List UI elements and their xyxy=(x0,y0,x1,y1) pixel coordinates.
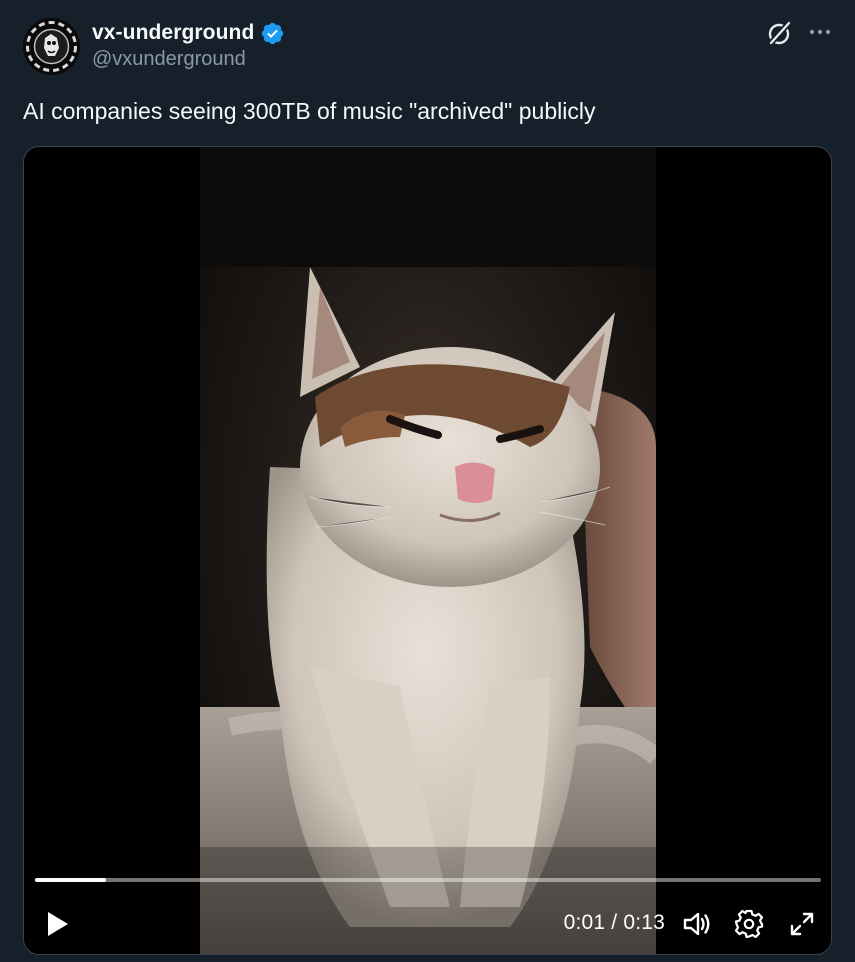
author-name-row[interactable]: vx-underground xyxy=(92,18,285,48)
settings-button[interactable] xyxy=(732,907,766,941)
video-player[interactable]: 0:01 / 0:13 xyxy=(23,146,832,955)
volume-icon xyxy=(683,912,710,936)
grok-icon[interactable] xyxy=(764,18,794,48)
fullscreen-button[interactable] xyxy=(785,907,819,941)
video-progress-fill xyxy=(35,878,106,882)
avatar[interactable] xyxy=(23,18,80,75)
play-button[interactable] xyxy=(40,907,74,941)
cat-video-still xyxy=(200,147,656,954)
avatar-logo-icon xyxy=(23,18,80,75)
fullscreen-icon xyxy=(790,912,814,936)
author-handle[interactable]: @vxunderground xyxy=(92,48,246,71)
video-duration: 0:13 xyxy=(623,911,665,934)
more-icon[interactable] xyxy=(806,18,834,46)
author-name[interactable]: vx-underground xyxy=(92,21,254,45)
video-time: 0:01 / 0:13 xyxy=(564,911,665,935)
video-current-time: 0:01 xyxy=(563,911,606,934)
volume-button[interactable] xyxy=(680,907,714,941)
verified-badge-icon xyxy=(260,21,285,46)
tweet-text: AI companies seeing 300TB of music "arch… xyxy=(23,98,596,124)
video-progress-bar[interactable] xyxy=(35,878,821,882)
video-frame[interactable] xyxy=(200,147,656,954)
tweet-card: vx-underground @vxunderground AI compani… xyxy=(0,0,855,962)
play-icon xyxy=(48,912,68,936)
settings-icon xyxy=(734,909,764,939)
video-time-separator: / xyxy=(611,911,618,934)
